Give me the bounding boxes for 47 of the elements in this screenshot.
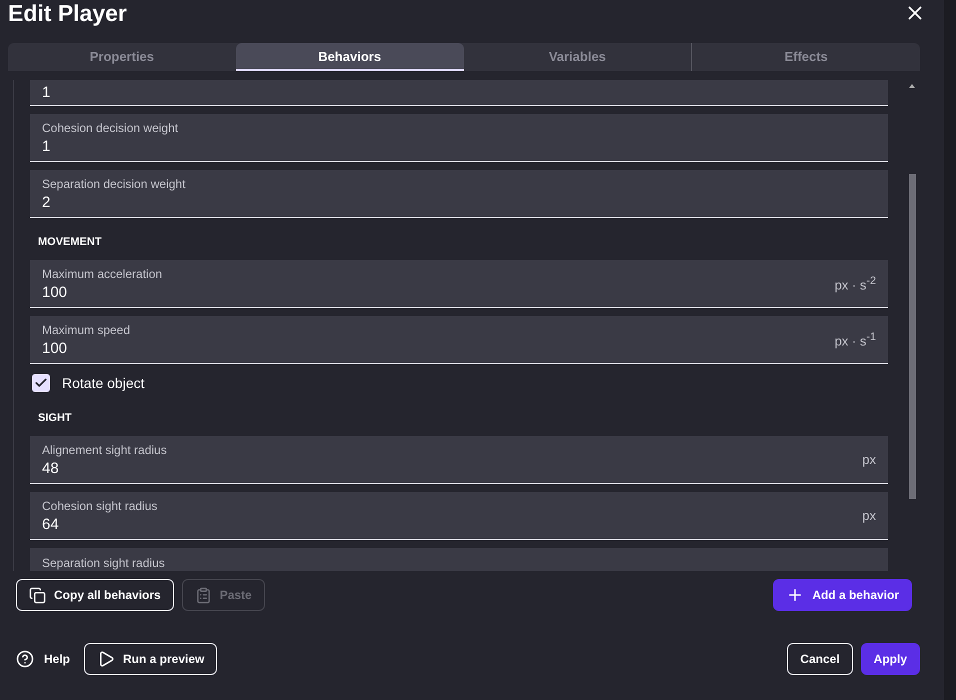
- help-icon: [16, 650, 34, 668]
- play-icon: [97, 650, 116, 668]
- check-icon: [34, 376, 48, 390]
- add-behavior-button[interactable]: Add a behavior: [773, 579, 912, 611]
- field-value: 1: [42, 138, 52, 154]
- copy-icon: [29, 586, 46, 604]
- section-heading: MOVEMENT: [37, 235, 103, 250]
- field-label: Alignement sight radius: [42, 442, 168, 456]
- scroll-up-arrow-icon[interactable]: [909, 84, 915, 88]
- field-label: Cohesion sight radius: [42, 498, 158, 512]
- number-field[interactable]: Cohesion decision weight 1: [30, 114, 888, 162]
- window-title: Edit Player: [8, 0, 127, 26]
- field-label: Maximum acceleration: [42, 266, 164, 280]
- tab[interactable]: Variables: [464, 43, 692, 71]
- number-field[interactable]: Separation decision weight 2: [30, 170, 888, 218]
- unit-label: px · s$^{-2}$: [834, 274, 876, 292]
- tab[interactable]: Properties: [8, 43, 236, 71]
- field-value: 1: [42, 84, 52, 100]
- checkbox-label: Rotate object: [62, 375, 144, 391]
- number-field[interactable]: 1: [30, 80, 888, 106]
- field-label: Maximum speed: [42, 322, 132, 336]
- help-link[interactable]: Help: [16, 643, 76, 675]
- number-field[interactable]: Maximum speed 100 px · s$^{-1}$: [30, 316, 888, 364]
- run-preview-button[interactable]: Run a preview: [84, 643, 218, 675]
- field-value: 100: [42, 284, 68, 300]
- apply-button[interactable]: Apply: [860, 643, 920, 675]
- field-value: 2: [42, 194, 52, 210]
- field-label: Separation sight radius: [42, 556, 166, 570]
- field-value: 64: [42, 516, 60, 532]
- checkbox[interactable]: [32, 374, 50, 392]
- field-label: Separation decision weight: [42, 176, 186, 190]
- tab[interactable]: Behaviors: [236, 43, 464, 71]
- number-field[interactable]: Maximum acceleration 100 px · s$^{-2}$: [30, 260, 888, 308]
- field-label: Cohesion decision weight: [42, 120, 180, 134]
- field-value: 48: [42, 460, 60, 476]
- unit-label: px: [862, 452, 876, 467]
- section-heading: SIGHT: [37, 411, 73, 426]
- tab[interactable]: Effects: [692, 43, 920, 71]
- number-field[interactable]: Alignement sight radius 48 px: [30, 436, 888, 484]
- unit-label: px · s$^{-1}$: [834, 330, 876, 348]
- clipboard-icon: [194, 586, 212, 604]
- number-field[interactable]: Cohesion sight radius 64 px: [30, 492, 888, 540]
- field-value: 100: [42, 340, 68, 356]
- number-field[interactable]: Separation sight radius: [30, 548, 888, 571]
- copy-all-behaviors-button[interactable]: Copy all behaviors: [16, 579, 174, 611]
- unit-label: px: [862, 508, 876, 523]
- cancel-button[interactable]: Cancel: [787, 643, 853, 675]
